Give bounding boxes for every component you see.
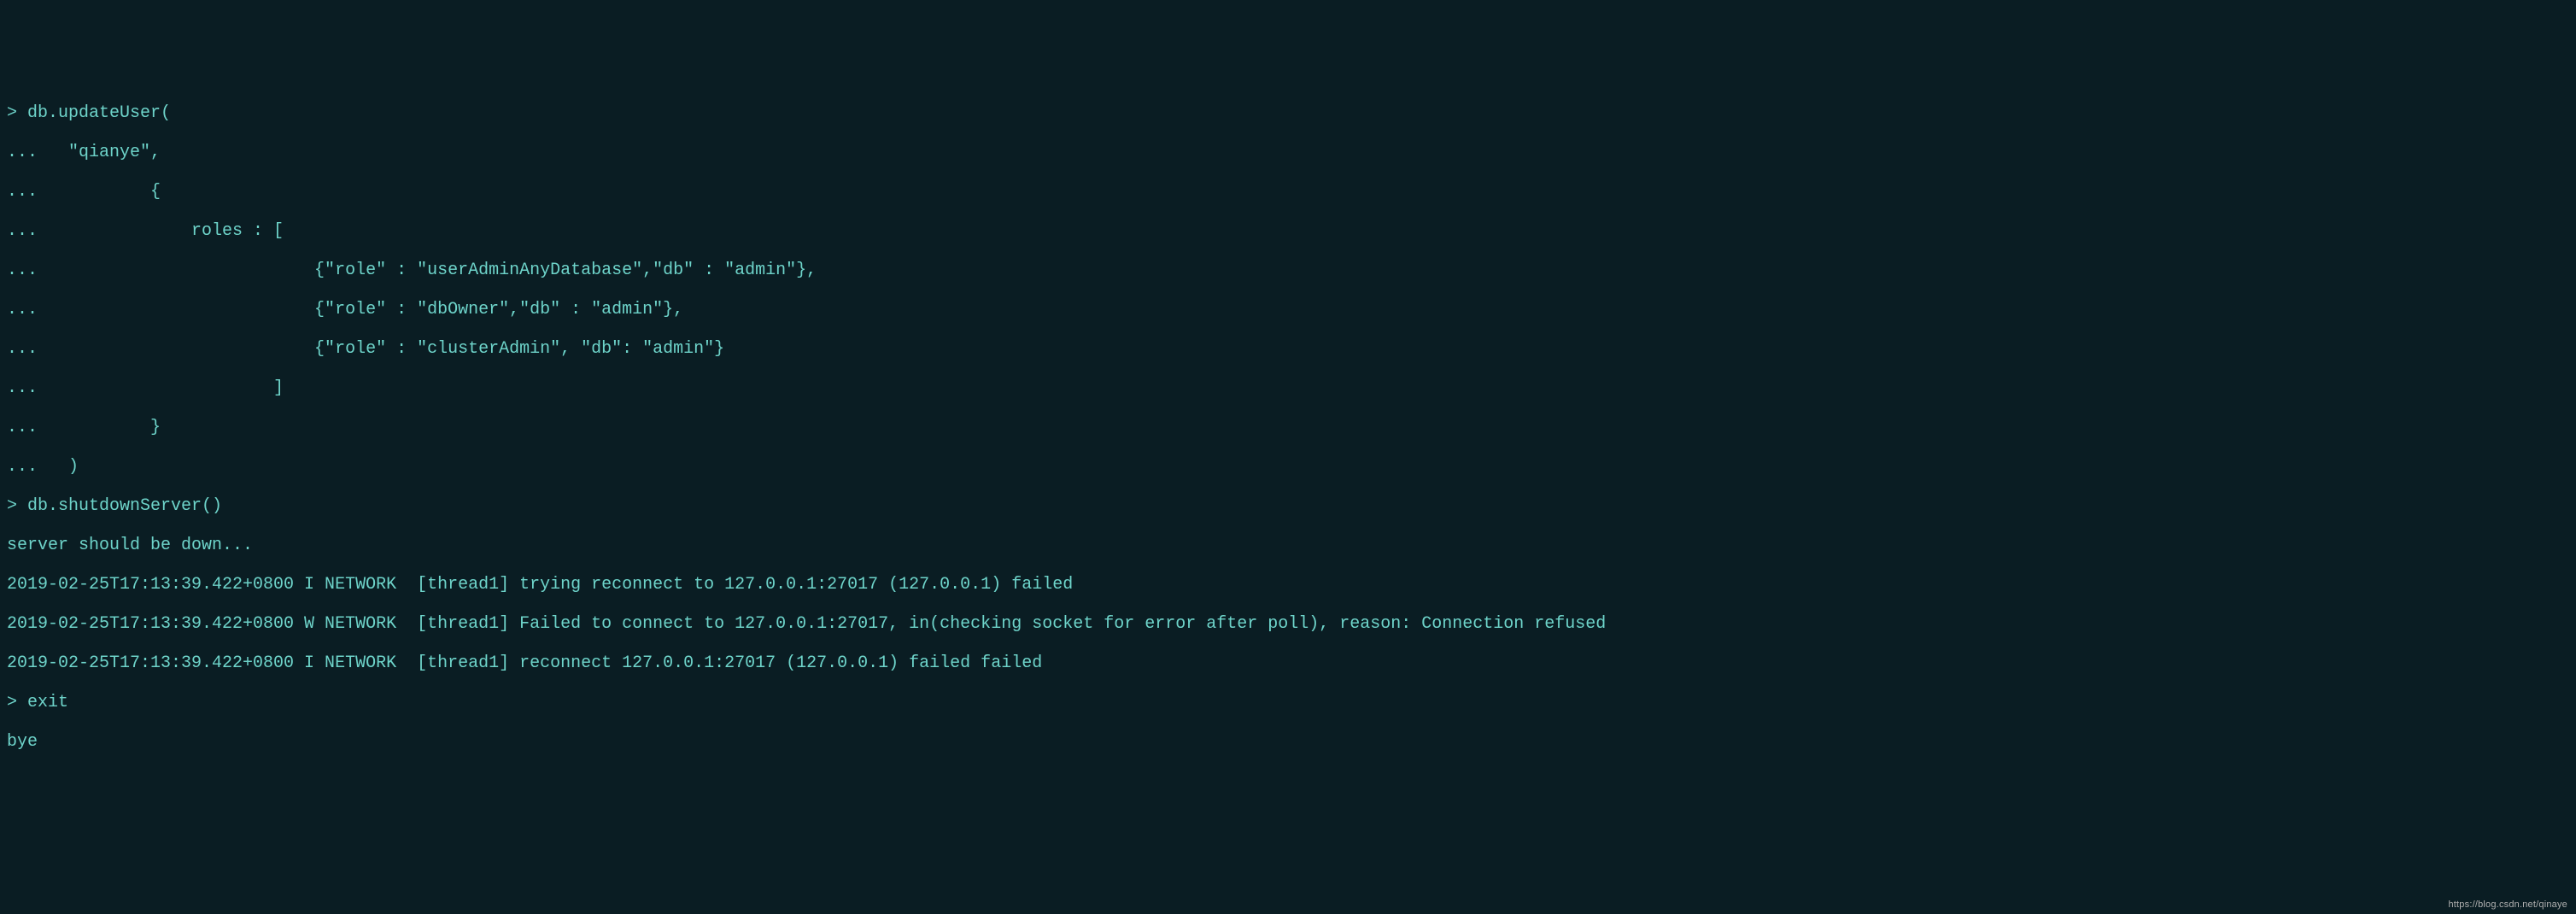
terminal-line: > db.updateUser( (7, 103, 2569, 123)
terminal-line: ... roles : [ (7, 221, 2569, 241)
terminal-line: > db.shutdownServer() (7, 496, 2569, 516)
terminal-line: ... "qianye", (7, 143, 2569, 162)
terminal-line: ... ) (7, 457, 2569, 477)
terminal-line: ... { (7, 182, 2569, 202)
terminal-output[interactable]: > db.updateUser( ... "qianye", ... { ...… (7, 84, 2569, 771)
terminal-line: ... } (7, 418, 2569, 437)
terminal-line: server should be down... (7, 536, 2569, 555)
terminal-line: > exit (7, 693, 2569, 712)
terminal-line: ... {"role" : "userAdminAnyDatabase","db… (7, 261, 2569, 280)
terminal-line: 2019-02-25T17:13:39.422+0800 W NETWORK [… (7, 614, 2569, 634)
terminal-line: ... {"role" : "dbOwner","db" : "admin"}, (7, 300, 2569, 319)
terminal-line: bye (7, 732, 2569, 752)
terminal-line: ... ] (7, 378, 2569, 398)
watermark-text: https://blog.csdn.net/qinaye (2448, 899, 2567, 911)
terminal-line: 2019-02-25T17:13:39.422+0800 I NETWORK [… (7, 653, 2569, 673)
terminal-line: 2019-02-25T17:13:39.422+0800 I NETWORK [… (7, 575, 2569, 595)
terminal-line: ... {"role" : "clusterAdmin", "db": "adm… (7, 339, 2569, 359)
